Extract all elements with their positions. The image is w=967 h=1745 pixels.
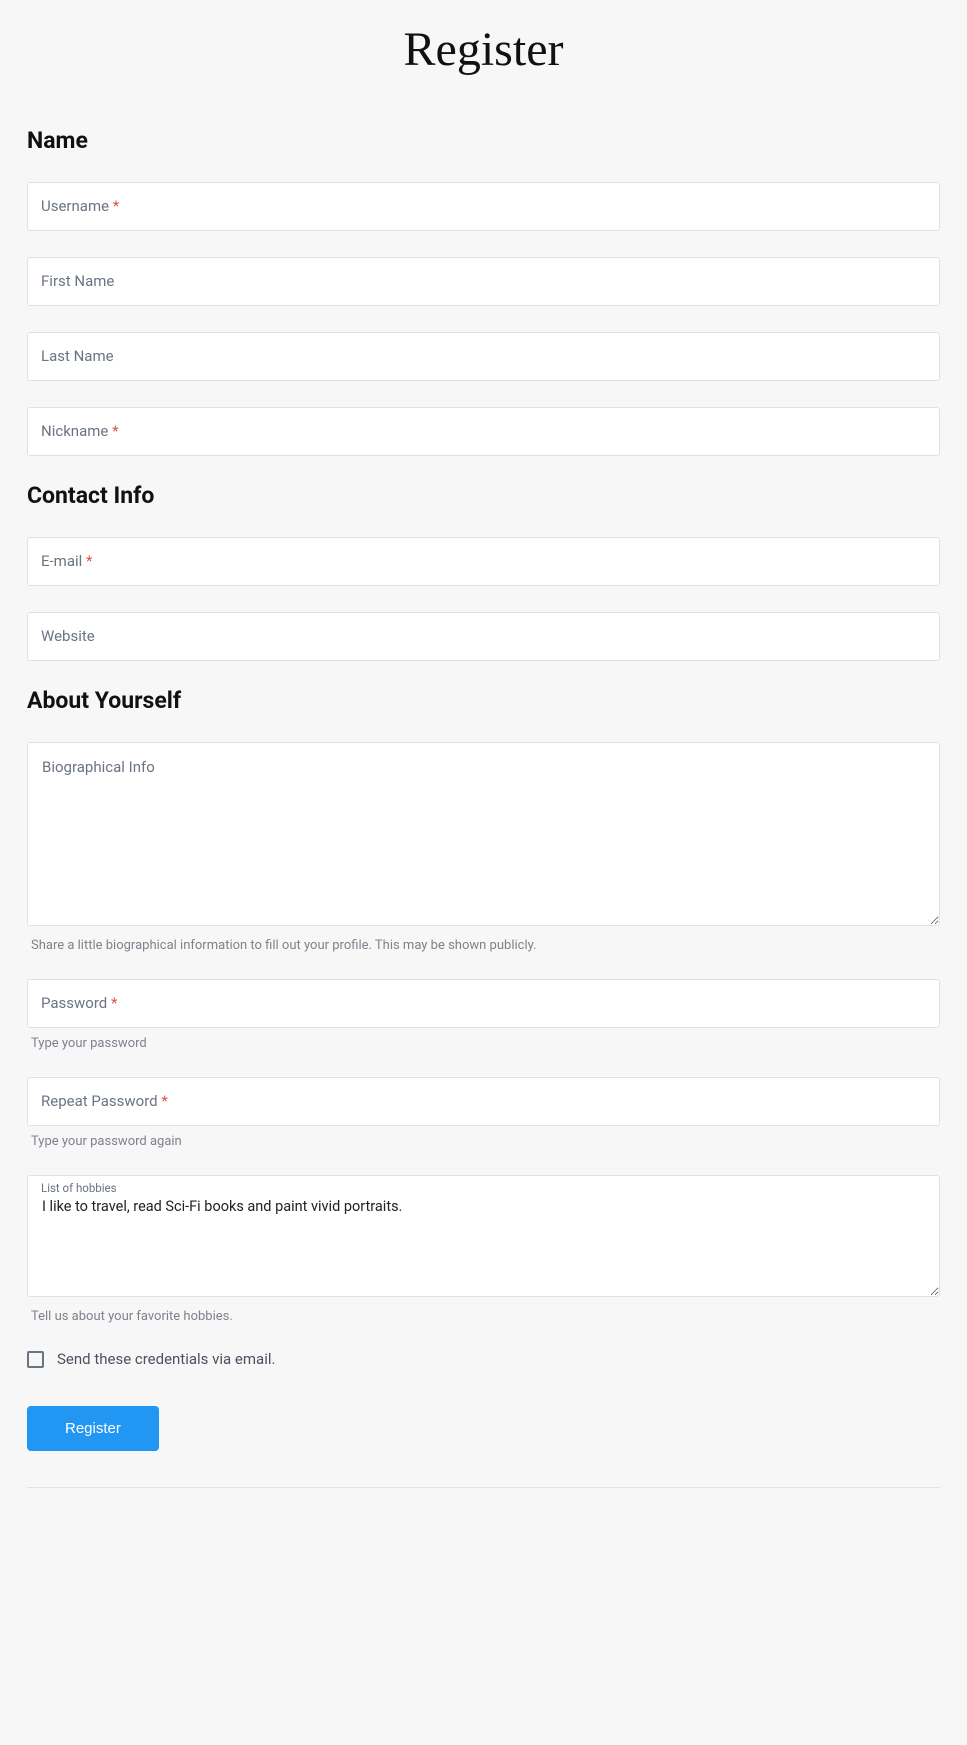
field-hobbies: List of hobbies Tell us about your favor… <box>27 1175 940 1324</box>
username-input[interactable] <box>27 182 940 231</box>
divider <box>27 1487 940 1488</box>
section-heading-about: About Yourself <box>27 687 940 714</box>
hobbies-textarea[interactable] <box>27 1175 940 1297</box>
repeat-password-input[interactable] <box>27 1077 940 1126</box>
hobbies-helper: Tell us about your favorite hobbies. <box>31 1309 940 1324</box>
website-input[interactable] <box>27 612 940 661</box>
password-helper: Type your password <box>31 1036 940 1051</box>
send-credentials-checkbox[interactable] <box>27 1351 44 1368</box>
field-password: Password * Type your password <box>27 979 940 1051</box>
field-first-name: First Name <box>27 257 940 306</box>
field-email: E-mail * <box>27 537 940 586</box>
last-name-input[interactable] <box>27 332 940 381</box>
field-nickname: Nickname * <box>27 407 940 456</box>
repeat-password-helper: Type your password again <box>31 1134 940 1149</box>
send-credentials-row: Send these credentials via email. <box>27 1350 940 1368</box>
email-input[interactable] <box>27 537 940 586</box>
section-heading-contact: Contact Info <box>27 482 940 509</box>
field-username: Username * <box>27 182 940 231</box>
bio-textarea[interactable] <box>27 742 940 926</box>
field-repeat-password: Repeat Password * Type your password aga… <box>27 1077 940 1149</box>
page-title: Register <box>27 0 940 87</box>
field-last-name: Last Name <box>27 332 940 381</box>
register-button[interactable]: Register <box>27 1406 159 1451</box>
first-name-input[interactable] <box>27 257 940 306</box>
section-heading-name: Name <box>27 127 940 154</box>
field-bio: Share a little biographical information … <box>27 742 940 953</box>
password-input[interactable] <box>27 979 940 1028</box>
nickname-input[interactable] <box>27 407 940 456</box>
bio-helper: Share a little biographical information … <box>31 938 940 953</box>
send-credentials-label: Send these credentials via email. <box>57 1350 275 1368</box>
field-website: Website <box>27 612 940 661</box>
